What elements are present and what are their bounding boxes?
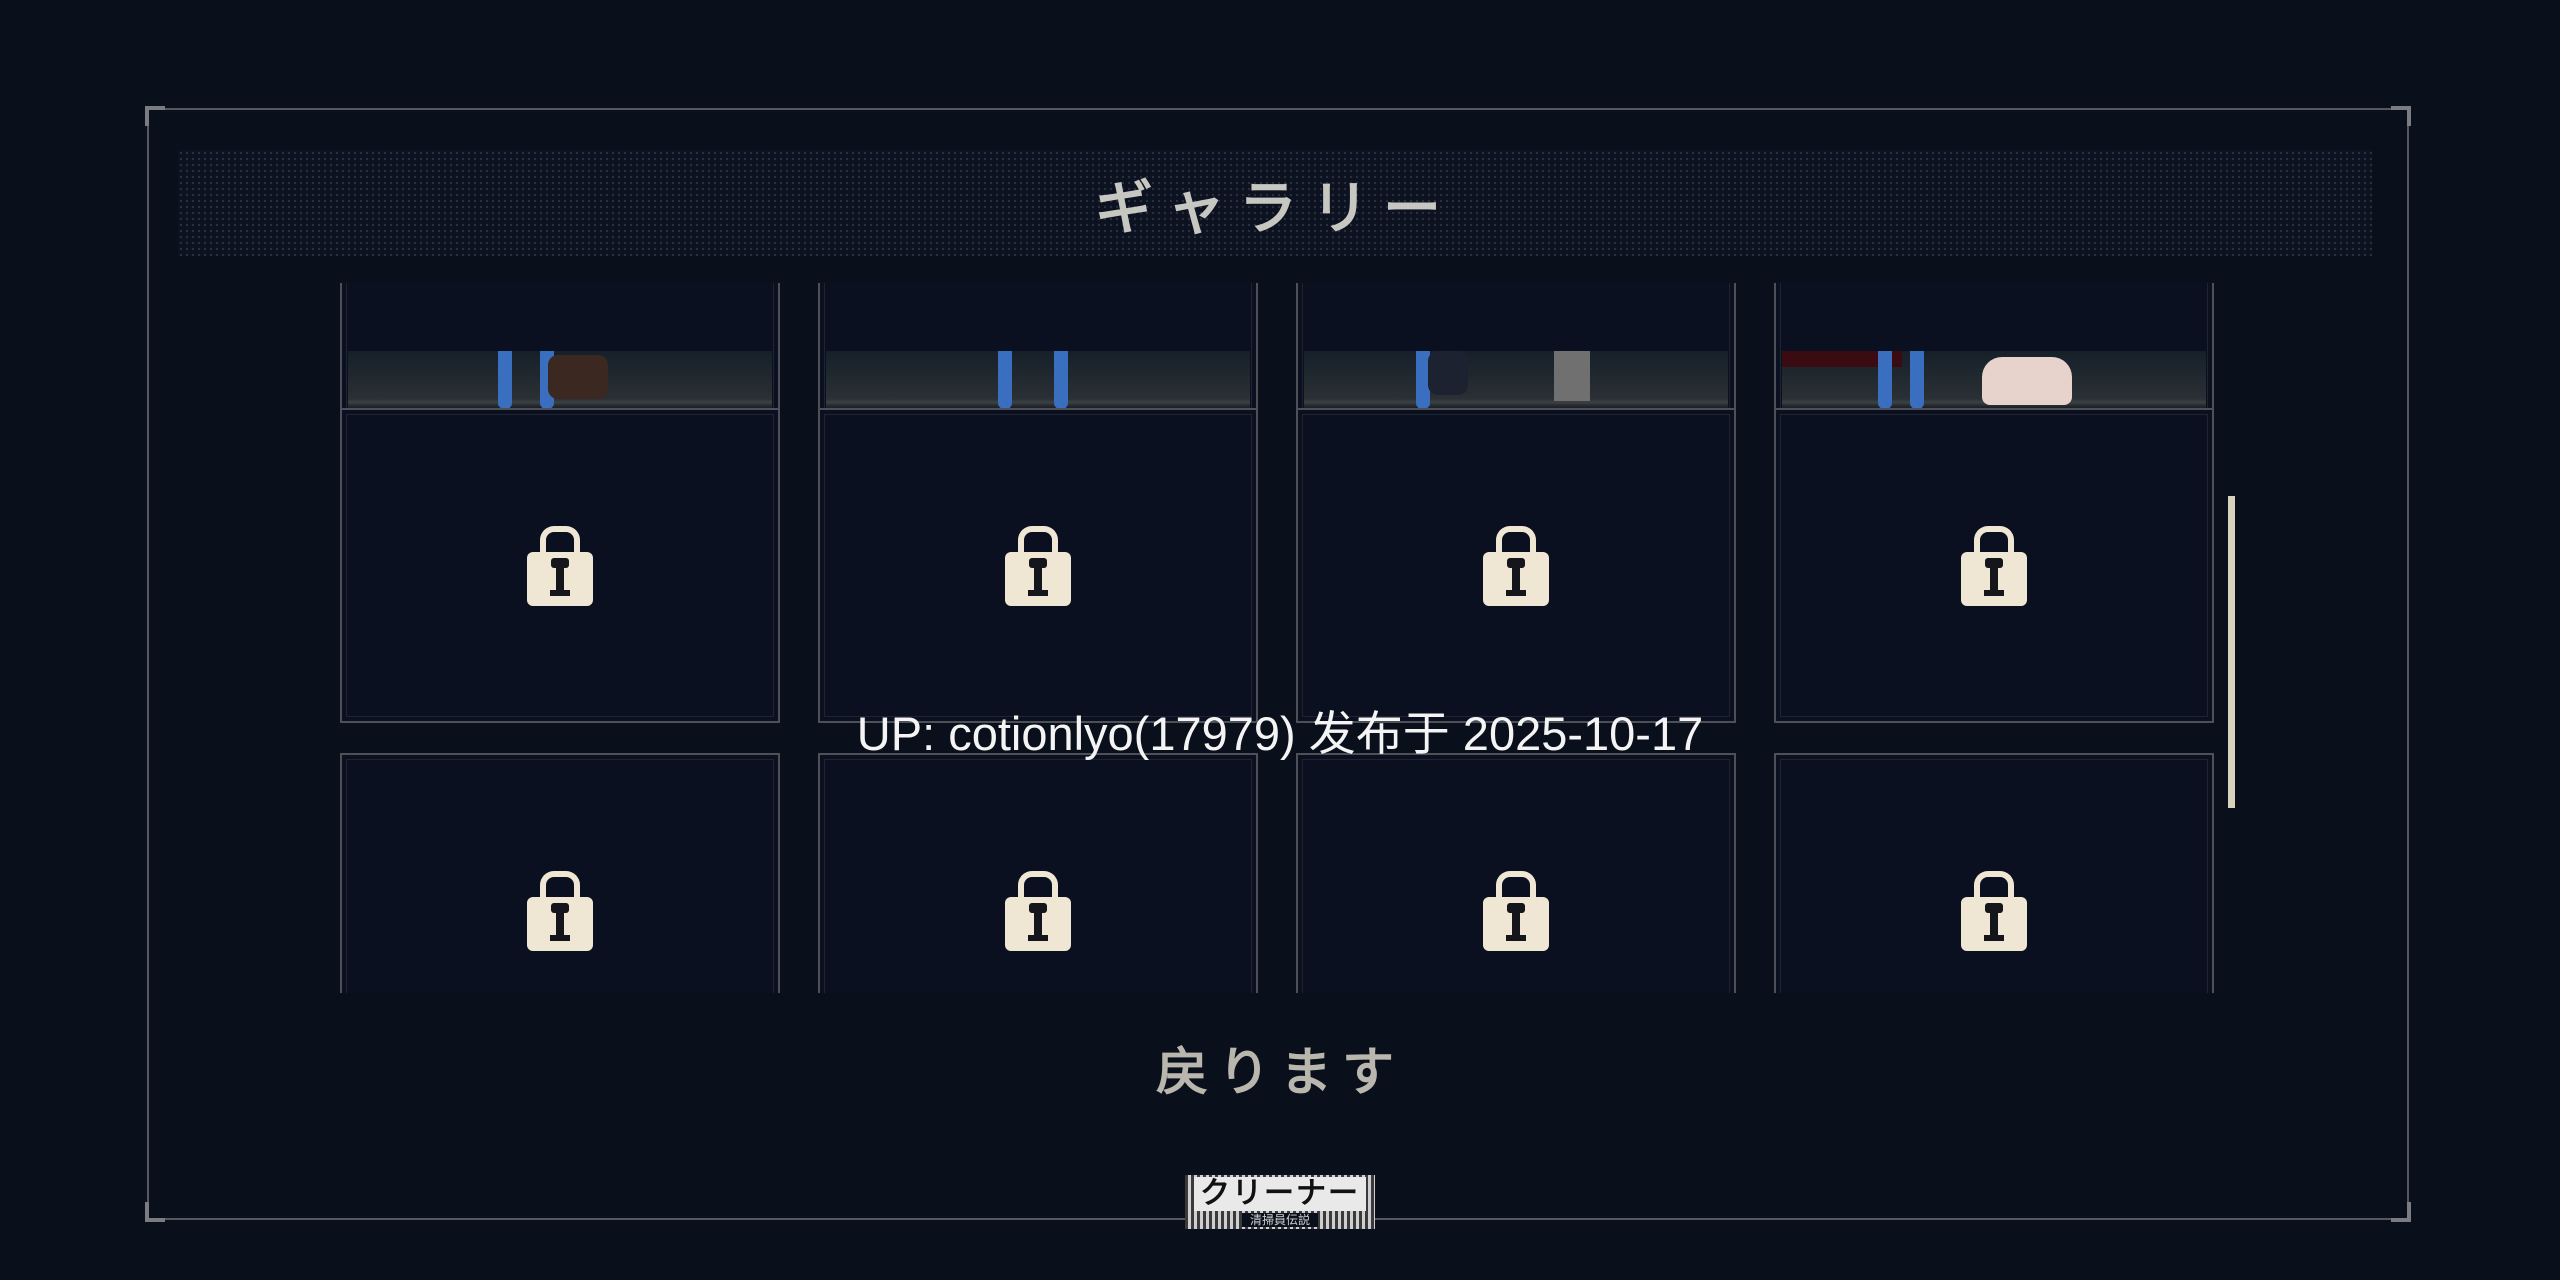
- gallery-cell-locked[interactable]: [340, 408, 780, 723]
- frame-corner: [145, 1202, 165, 1222]
- lock-icon: [527, 870, 593, 951]
- lock-icon: [1005, 525, 1071, 606]
- gallery-cell-locked[interactable]: [1774, 753, 2214, 993]
- gallery-cell-locked[interactable]: [1296, 408, 1736, 723]
- lock-icon: [1005, 870, 1071, 951]
- lock-icon: [1961, 870, 2027, 951]
- title-bar: ギャラリー: [178, 150, 2372, 256]
- logo-main-text: クリーナー: [1194, 1177, 1366, 1211]
- logo-sub-text: 清掃員伝説: [1241, 1213, 1318, 1227]
- gallery-cell-locked[interactable]: [1296, 753, 1736, 993]
- lock-icon: [1483, 870, 1549, 951]
- uploader-caption: UP: cotionlyo(17979) 发布于 2025-10-17: [856, 707, 1704, 760]
- frame-corner: [145, 106, 165, 126]
- frame-corner: [2391, 1202, 2411, 1222]
- lock-icon: [1961, 525, 2027, 606]
- game-logo: クリーナー 清掃員伝説: [1185, 1175, 1375, 1229]
- gallery-cell-locked[interactable]: [818, 753, 1258, 993]
- gallery-cell-locked[interactable]: [818, 408, 1258, 723]
- page-title: ギャラリー: [1094, 174, 1455, 242]
- lock-icon: [1483, 525, 1549, 606]
- gallery-cell-locked[interactable]: [340, 753, 780, 993]
- lock-icon: [527, 525, 593, 606]
- back-button[interactable]: 戻ります: [0, 1030, 2560, 1105]
- gallery-grid[interactable]: [330, 283, 2230, 993]
- gallery-cell-locked[interactable]: [1774, 408, 2214, 723]
- frame-corner: [2391, 106, 2411, 126]
